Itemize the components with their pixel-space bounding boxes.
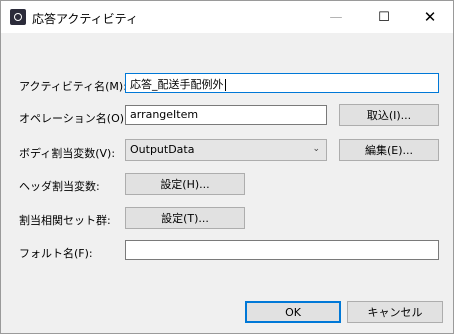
- fault-name-label: フォルト名(F):: [19, 247, 93, 260]
- app-icon: [10, 9, 26, 25]
- operation-name-field[interactable]: arrangeItem: [125, 105, 327, 125]
- edit-button[interactable]: 編集(E)...: [339, 139, 439, 161]
- maximize-button[interactable]: ☐: [361, 1, 407, 33]
- dialog-window: 応答アクティビティ — ☐ ✕ アクティビティ名(M): 応答_配送手配例外 オ…: [0, 0, 454, 334]
- body-var-value: OutputData: [130, 143, 195, 156]
- activity-name-label: アクティビティ名(M):: [19, 80, 127, 93]
- import-button[interactable]: 取込(I)...: [339, 104, 439, 126]
- correlation-label: 割当相関セット群:: [19, 214, 111, 227]
- correlation-set-button[interactable]: 設定(T)...: [125, 207, 245, 229]
- operation-name-label: オペレーション名(O):: [19, 112, 128, 125]
- fault-name-field[interactable]: [125, 240, 439, 260]
- ok-button[interactable]: OK: [245, 301, 341, 323]
- chevron-down-icon: ⌄: [312, 144, 320, 154]
- text-caret: [224, 79, 226, 91]
- title-bar: 応答アクティビティ — ☐ ✕: [1, 1, 453, 33]
- header-var-label: ヘッダ割当変数:: [19, 180, 100, 193]
- activity-name-field[interactable]: 応答_配送手配例外: [125, 73, 439, 93]
- minimize-button[interactable]: —: [313, 1, 359, 33]
- cancel-button[interactable]: キャンセル: [347, 301, 443, 323]
- header-set-button[interactable]: 設定(H)...: [125, 173, 245, 195]
- close-button[interactable]: ✕: [407, 1, 453, 33]
- window-title: 応答アクティビティ: [32, 12, 138, 26]
- body-var-label: ボディ割当変数(V):: [19, 147, 116, 160]
- body-var-dropdown[interactable]: OutputData ⌄: [125, 139, 327, 161]
- activity-name-value: 応答_配送手配例外: [130, 78, 224, 91]
